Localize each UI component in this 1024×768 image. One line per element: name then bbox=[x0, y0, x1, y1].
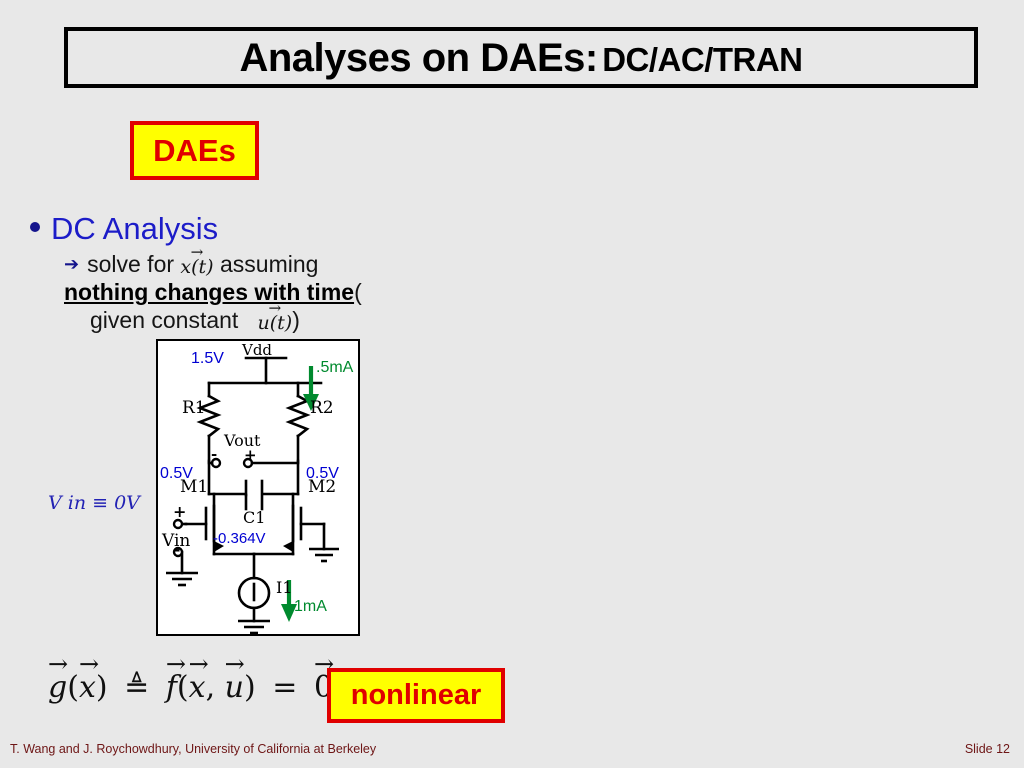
slide-root: Analyses on DAEs: DC/AC/TRAN DAEs DC Ana… bbox=[0, 0, 1024, 768]
nonlinear-highlight-box: nonlinear bbox=[327, 668, 505, 723]
sub-line2-paren: ( bbox=[354, 279, 362, 306]
eq-triangleq: ≜ bbox=[124, 670, 150, 705]
sub-line3-close-paren: ) bbox=[292, 307, 300, 334]
sub-bullet-line-3: given constant u(t)) bbox=[64, 301, 484, 335]
sub-bullet-line-1: ➔ solve for x(t) assuming bbox=[64, 245, 484, 279]
label-r1: R1 bbox=[182, 398, 206, 418]
eq-x2: x bbox=[189, 652, 206, 705]
label-vout-plus: + bbox=[244, 446, 257, 464]
slide-footer: T. Wang and J. Roychowdhury, University … bbox=[0, 742, 1024, 764]
eq-g: g bbox=[48, 652, 67, 705]
nonlinear-label: nonlinear bbox=[350, 679, 482, 711]
circuit-diagram-panel: Vdd R1 R2 Vout M1 M2 C1 Vin I1 - + + - 1… bbox=[156, 339, 360, 636]
eq-f: f bbox=[166, 652, 177, 705]
annotation-left-node-voltage: 0.5V bbox=[160, 465, 193, 482]
annotation-tail-voltage: -0.364V bbox=[213, 530, 266, 547]
footer-attribution: T. Wang and J. Roychowdhury, University … bbox=[10, 742, 377, 756]
annotation-right-node-voltage: 0.5V bbox=[306, 465, 339, 482]
slide-title-box: Analyses on DAEs: DC/AC/TRAN bbox=[64, 27, 978, 88]
bullet-dc-analysis-label: DC Analysis bbox=[51, 211, 219, 246]
eq-u: u bbox=[225, 652, 245, 705]
page-title: Analyses on DAEs: DC/AC/TRAN bbox=[239, 35, 803, 80]
sub-arrow-icon: ➔ bbox=[64, 254, 80, 274]
label-vout-minus: - bbox=[211, 445, 217, 463]
annotation-vdd-voltage: 1.5V bbox=[191, 350, 224, 367]
label-r2: R2 bbox=[310, 398, 334, 418]
resistor-r2 bbox=[285, 394, 311, 438]
title-main-text: Analyses on DAEs: bbox=[239, 35, 598, 80]
math-x-of-t: x(t) bbox=[180, 245, 213, 279]
label-c1: C1 bbox=[243, 508, 265, 527]
sub-line3-text: given constant bbox=[90, 307, 239, 334]
label-vin-plus: + bbox=[173, 502, 186, 521]
sub-bullet-block: ➔ solve for x(t) assuming nothing changes… bbox=[64, 245, 484, 335]
math-u-of-t: u(t) bbox=[258, 301, 293, 335]
vin-identity-label: V in ≡ 0V bbox=[48, 492, 140, 514]
circuit-schematic-svg: Vdd R1 R2 Vout M1 M2 C1 Vin I1 - + + - 1… bbox=[160, 341, 354, 634]
dc-equation: g(x) ≜ f(x, u) = 0 bbox=[48, 652, 333, 705]
title-sub-text: DC/AC/TRAN bbox=[602, 40, 803, 78]
bullet-dot-icon bbox=[30, 222, 40, 232]
ground-symbols bbox=[166, 547, 339, 634]
sub-line1-text-b: assuming bbox=[220, 251, 319, 277]
sub-line1-text-a: solve for bbox=[87, 251, 175, 277]
sub-line2-emphasis: nothing changes with time bbox=[64, 279, 355, 306]
footer-slide-number: Slide 12 bbox=[964, 742, 1010, 756]
label-vdd: Vdd bbox=[241, 341, 272, 359]
daes-highlight-box: DAEs bbox=[130, 121, 259, 180]
eq-equals: = bbox=[272, 670, 298, 705]
label-vin-minus: - bbox=[173, 539, 180, 560]
annotation-current-r2: .5mA bbox=[316, 359, 354, 376]
eq-x1: x bbox=[79, 652, 96, 705]
bullet-dc-analysis: DC Analysis bbox=[30, 213, 218, 244]
vin-plus-terminal bbox=[172, 518, 184, 530]
label-i1: I1 bbox=[276, 578, 293, 597]
daes-label: DAEs bbox=[153, 132, 236, 168]
annotation-current-i1: 1mA bbox=[294, 598, 327, 615]
